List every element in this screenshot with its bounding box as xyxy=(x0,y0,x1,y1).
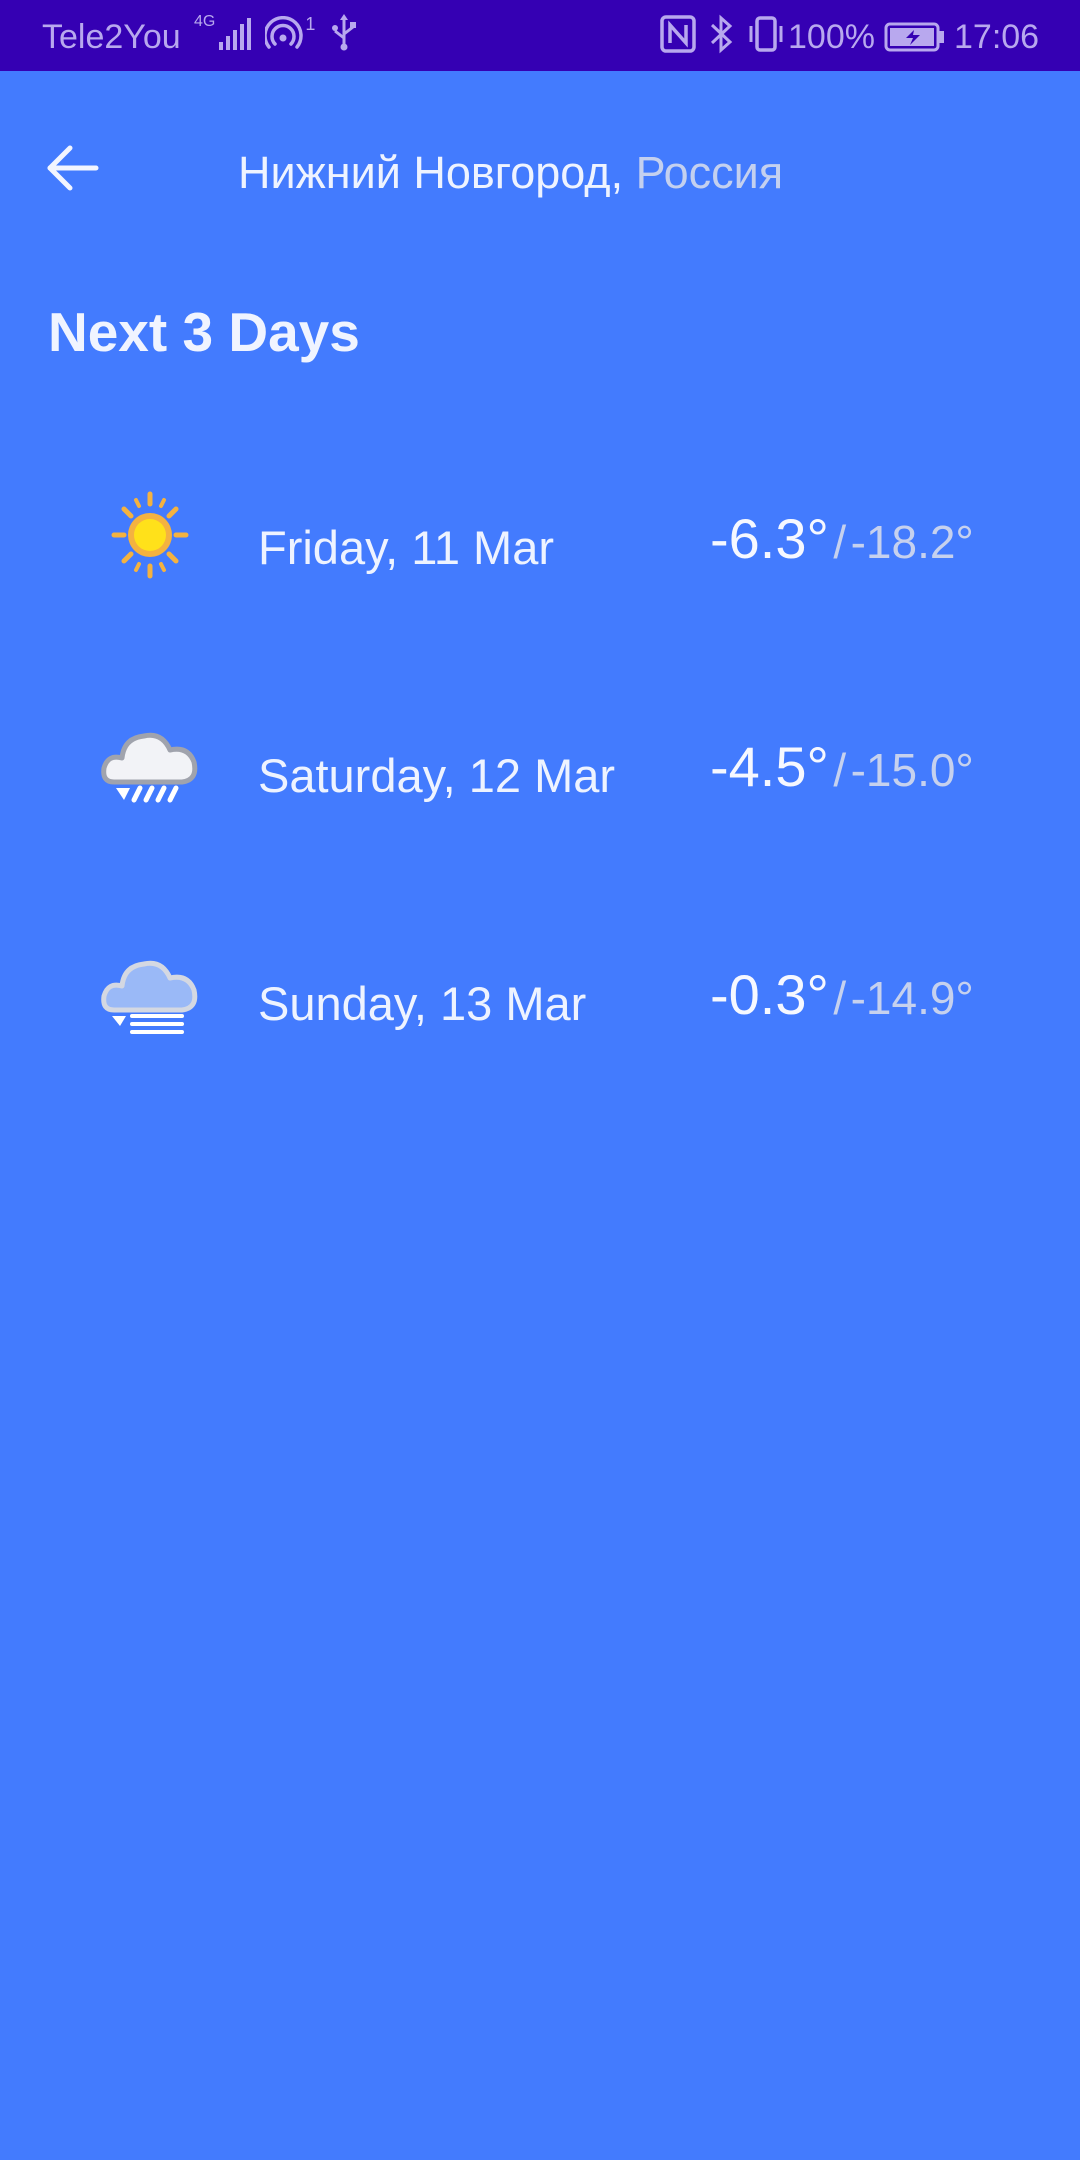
temp-low: -14.9° xyxy=(850,972,974,1024)
temp-high: -4.5° xyxy=(710,735,829,798)
temp-separator: / xyxy=(833,972,847,1024)
bluetooth-icon xyxy=(710,14,733,54)
forecast-row-sunday: Sunday, 13 Mar -0.3° / -14.9° xyxy=(0,936,1080,1096)
temp-separator: / xyxy=(833,744,847,796)
back-button[interactable] xyxy=(38,133,108,203)
usb-icon xyxy=(332,14,357,51)
sun-icon xyxy=(111,491,189,579)
forecast-row-friday: Friday, 11 Mar -6.3° / -18.2° xyxy=(0,480,1080,640)
clock: 17:06 xyxy=(954,18,1040,56)
temp-separator: / xyxy=(833,516,847,568)
forecast-temps: -4.5° / -15.0° xyxy=(710,734,974,799)
forecast-temps: -0.3° / -14.9° xyxy=(710,962,974,1027)
location-title: Нижний Новгород, Россия xyxy=(238,147,783,199)
vibrate-icon xyxy=(749,16,783,52)
temp-low: -15.0° xyxy=(850,744,974,796)
network-type-label: 4G xyxy=(194,13,216,30)
forecast-date: Sunday, 13 Mar xyxy=(258,977,587,1030)
battery-percent: 100% xyxy=(788,18,875,56)
forecast-date: Saturday, 12 Mar xyxy=(258,749,616,802)
forecast-temps: -6.3° / -18.2° xyxy=(710,506,974,571)
cloud-snow-icon xyxy=(101,732,198,803)
status-icons-left: 4G 1 xyxy=(194,14,359,52)
temp-high: -0.3° xyxy=(710,963,829,1026)
nfc-icon xyxy=(660,15,696,53)
city-name: Нижний Новгород, xyxy=(238,147,624,198)
battery-charging-icon xyxy=(884,22,944,52)
forecast-date: Friday, 11 Mar xyxy=(258,521,554,574)
country-name: Россия xyxy=(635,147,784,198)
status-bar: Tele2You 4G 1 100% 17:06 xyxy=(0,0,1080,71)
temp-high: -6.3° xyxy=(710,507,829,570)
signal-icon xyxy=(219,18,252,50)
section-title: Next 3 Days xyxy=(48,301,360,363)
cloud-fog-icon xyxy=(101,960,198,1034)
status-icons-right xyxy=(660,14,786,54)
hotspot-icon xyxy=(265,16,304,49)
forecast-row-saturday: Saturday, 12 Mar -4.5° / -15.0° xyxy=(0,708,1080,868)
app-bar: Нижний Новгород, Россия xyxy=(0,71,1080,271)
carrier-label: Tele2You xyxy=(42,18,181,56)
hotspot-count-label: 1 xyxy=(305,14,316,34)
arrow-left-icon xyxy=(47,145,99,191)
temp-low: -18.2° xyxy=(850,516,974,568)
